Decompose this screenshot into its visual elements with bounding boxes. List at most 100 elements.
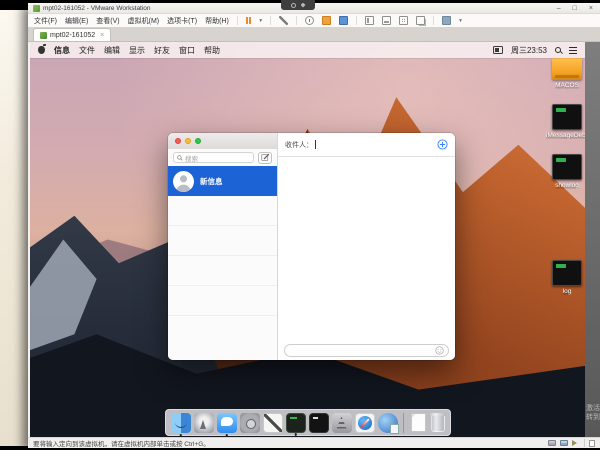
messages-sidebar: 搜索 新信息	[168, 133, 278, 360]
desktop-icon-log[interactable]: log	[546, 260, 585, 295]
message-log-icon[interactable]	[589, 440, 595, 447]
toolbar-separator	[237, 16, 238, 25]
desktop-icon-macos-drive[interactable]: MACOS	[546, 58, 585, 89]
toolbar-separator	[270, 16, 271, 25]
menu-view[interactable]: 查看(V)	[96, 16, 119, 26]
search-row: 搜索	[168, 149, 277, 166]
notification-center-icon[interactable]	[569, 47, 577, 54]
zoom-traffic-light[interactable]	[195, 138, 201, 144]
vm-tab-label: mpt02-161052	[50, 32, 95, 39]
mac-menu-buddies[interactable]: 好友	[154, 45, 170, 56]
add-recipient-button[interactable]	[437, 139, 448, 150]
ctrl-alt-del-icon[interactable]	[279, 16, 288, 25]
exec-badge	[556, 264, 566, 268]
emoji-smiley-icon[interactable]	[435, 346, 444, 355]
vmware-tabbar: mpt02-161052 ×	[28, 27, 600, 42]
toolbar-separator	[356, 16, 357, 25]
input-source-icon[interactable]	[493, 46, 503, 54]
compose-button[interactable]	[258, 152, 272, 164]
list-item[interactable]	[168, 226, 277, 256]
menubar-app-name[interactable]: 信息	[54, 45, 70, 56]
mac-menu-window[interactable]: 窗口	[179, 45, 195, 56]
console-view-icon[interactable]	[442, 16, 451, 25]
minimize-button[interactable]: –	[557, 5, 561, 12]
terminal-file-icon	[552, 154, 582, 180]
screenshot-root: mpt02-161052 - VMware Workstation – □ × …	[0, 0, 600, 450]
status-message: 要将输入定向到该虚拟机，请在虚拟机内部单击或按 Ctrl+G。	[33, 438, 548, 448]
pin-icon[interactable]	[291, 3, 296, 8]
network-icon[interactable]	[560, 440, 568, 446]
dock-system-preferences-icon[interactable]	[240, 413, 260, 433]
dock-document-icon[interactable]	[411, 413, 426, 432]
search-icon	[177, 155, 183, 161]
gear-icon[interactable]	[301, 3, 306, 8]
hard-disk-icon[interactable]	[548, 440, 556, 446]
fullscreen-icon[interactable]	[399, 16, 408, 25]
menu-vm[interactable]: 虚拟机(M)	[128, 16, 160, 26]
recipient-field[interactable]: 收件人：	[278, 133, 455, 157]
menu-help[interactable]: 帮助(H)	[205, 16, 229, 26]
menu-edit[interactable]: 编辑(E)	[65, 16, 88, 26]
dock-safari-icon[interactable]	[355, 413, 375, 433]
vmware-statusbar: 要将输入定向到该虚拟机，请在虚拟机内部单击或按 Ctrl+G。	[28, 437, 600, 448]
dock-unarchiver-icon[interactable]	[332, 413, 352, 433]
maximize-button[interactable]: □	[573, 5, 577, 12]
take-snapshot-icon[interactable]	[322, 16, 331, 25]
close-traffic-light[interactable]	[175, 138, 181, 144]
mac-menu-view[interactable]: 显示	[129, 45, 145, 56]
vmware-logo-icon	[33, 5, 40, 12]
list-item[interactable]	[168, 286, 277, 316]
messages-main-pane: 收件人：	[278, 133, 455, 360]
vm-tab[interactable]: mpt02-161052 ×	[33, 28, 111, 41]
mac-menu-file[interactable]: 文件	[79, 45, 95, 56]
messages-titlebar[interactable]	[168, 133, 277, 149]
macos-screen: 信息 文件 编辑 显示 好友 窗口 帮助 周三23:53 MACOS iMess…	[30, 42, 585, 437]
dock-launchpad-icon[interactable]	[194, 413, 214, 433]
avatar	[173, 171, 194, 192]
tab-close-icon[interactable]: ×	[100, 32, 104, 39]
dock-script-editor-icon[interactable]	[263, 413, 283, 433]
running-indicator	[179, 434, 182, 437]
mac-menu-help[interactable]: 帮助	[204, 45, 220, 56]
message-input[interactable]	[284, 344, 449, 357]
dock-terminal-dark-icon[interactable]	[286, 413, 306, 433]
vm-tab-icon	[40, 32, 47, 39]
show-library-icon[interactable]	[365, 16, 374, 25]
exec-badge	[556, 158, 566, 162]
conversation-row-selected[interactable]: 新信息	[168, 166, 277, 196]
dock	[165, 409, 451, 436]
person-icon	[173, 171, 194, 192]
dock-finder-icon[interactable]	[171, 413, 191, 433]
list-item[interactable]	[168, 196, 277, 226]
list-item[interactable]	[168, 256, 277, 286]
dock-network-globe-icon[interactable]	[378, 413, 398, 433]
status-icons	[548, 439, 595, 447]
apple-menu-icon[interactable]	[38, 46, 45, 54]
dock-trash-icon[interactable]	[431, 414, 445, 432]
desktop-icon-showlog[interactable]: showlog	[546, 154, 585, 189]
power-dropdown-icon[interactable]: ▾	[259, 18, 262, 24]
search-input[interactable]: 搜索	[173, 152, 254, 163]
vmware-menubar: 文件(F) 编辑(E) 查看(V) 虚拟机(M) 选项卡(T) 帮助(H) ▾ …	[28, 14, 600, 27]
menu-tabs[interactable]: 选项卡(T)	[167, 16, 197, 26]
spotlight-icon[interactable]	[555, 47, 561, 53]
pause-button[interactable]	[246, 17, 252, 24]
floating-grip-tab[interactable]	[281, 0, 315, 10]
snapshot-clock-icon[interactable]	[305, 16, 314, 25]
menu-file[interactable]: 文件(F)	[34, 16, 57, 26]
terminal-file-icon	[552, 104, 582, 130]
sound-icon[interactable]	[572, 440, 580, 446]
show-thumbnails-icon[interactable]	[382, 16, 391, 25]
desktop-icon-imessagedebug[interactable]: iMessageDebug	[546, 104, 585, 139]
dock-terminal-black-icon[interactable]	[309, 413, 329, 433]
minimize-traffic-light[interactable]	[185, 138, 191, 144]
status-separator	[584, 439, 585, 447]
snapshot-manager-icon[interactable]	[339, 16, 348, 25]
close-button[interactable]: ×	[589, 5, 593, 12]
unity-mode-icon[interactable]	[416, 16, 425, 25]
layout-dropdown-icon[interactable]: ▾	[459, 18, 462, 24]
messages-window: 搜索 新信息 收件人：	[168, 133, 455, 360]
mac-menu-edit[interactable]: 编辑	[104, 45, 120, 56]
dock-messages-icon[interactable]	[217, 413, 237, 433]
menubar-clock[interactable]: 周三23:53	[511, 45, 547, 56]
